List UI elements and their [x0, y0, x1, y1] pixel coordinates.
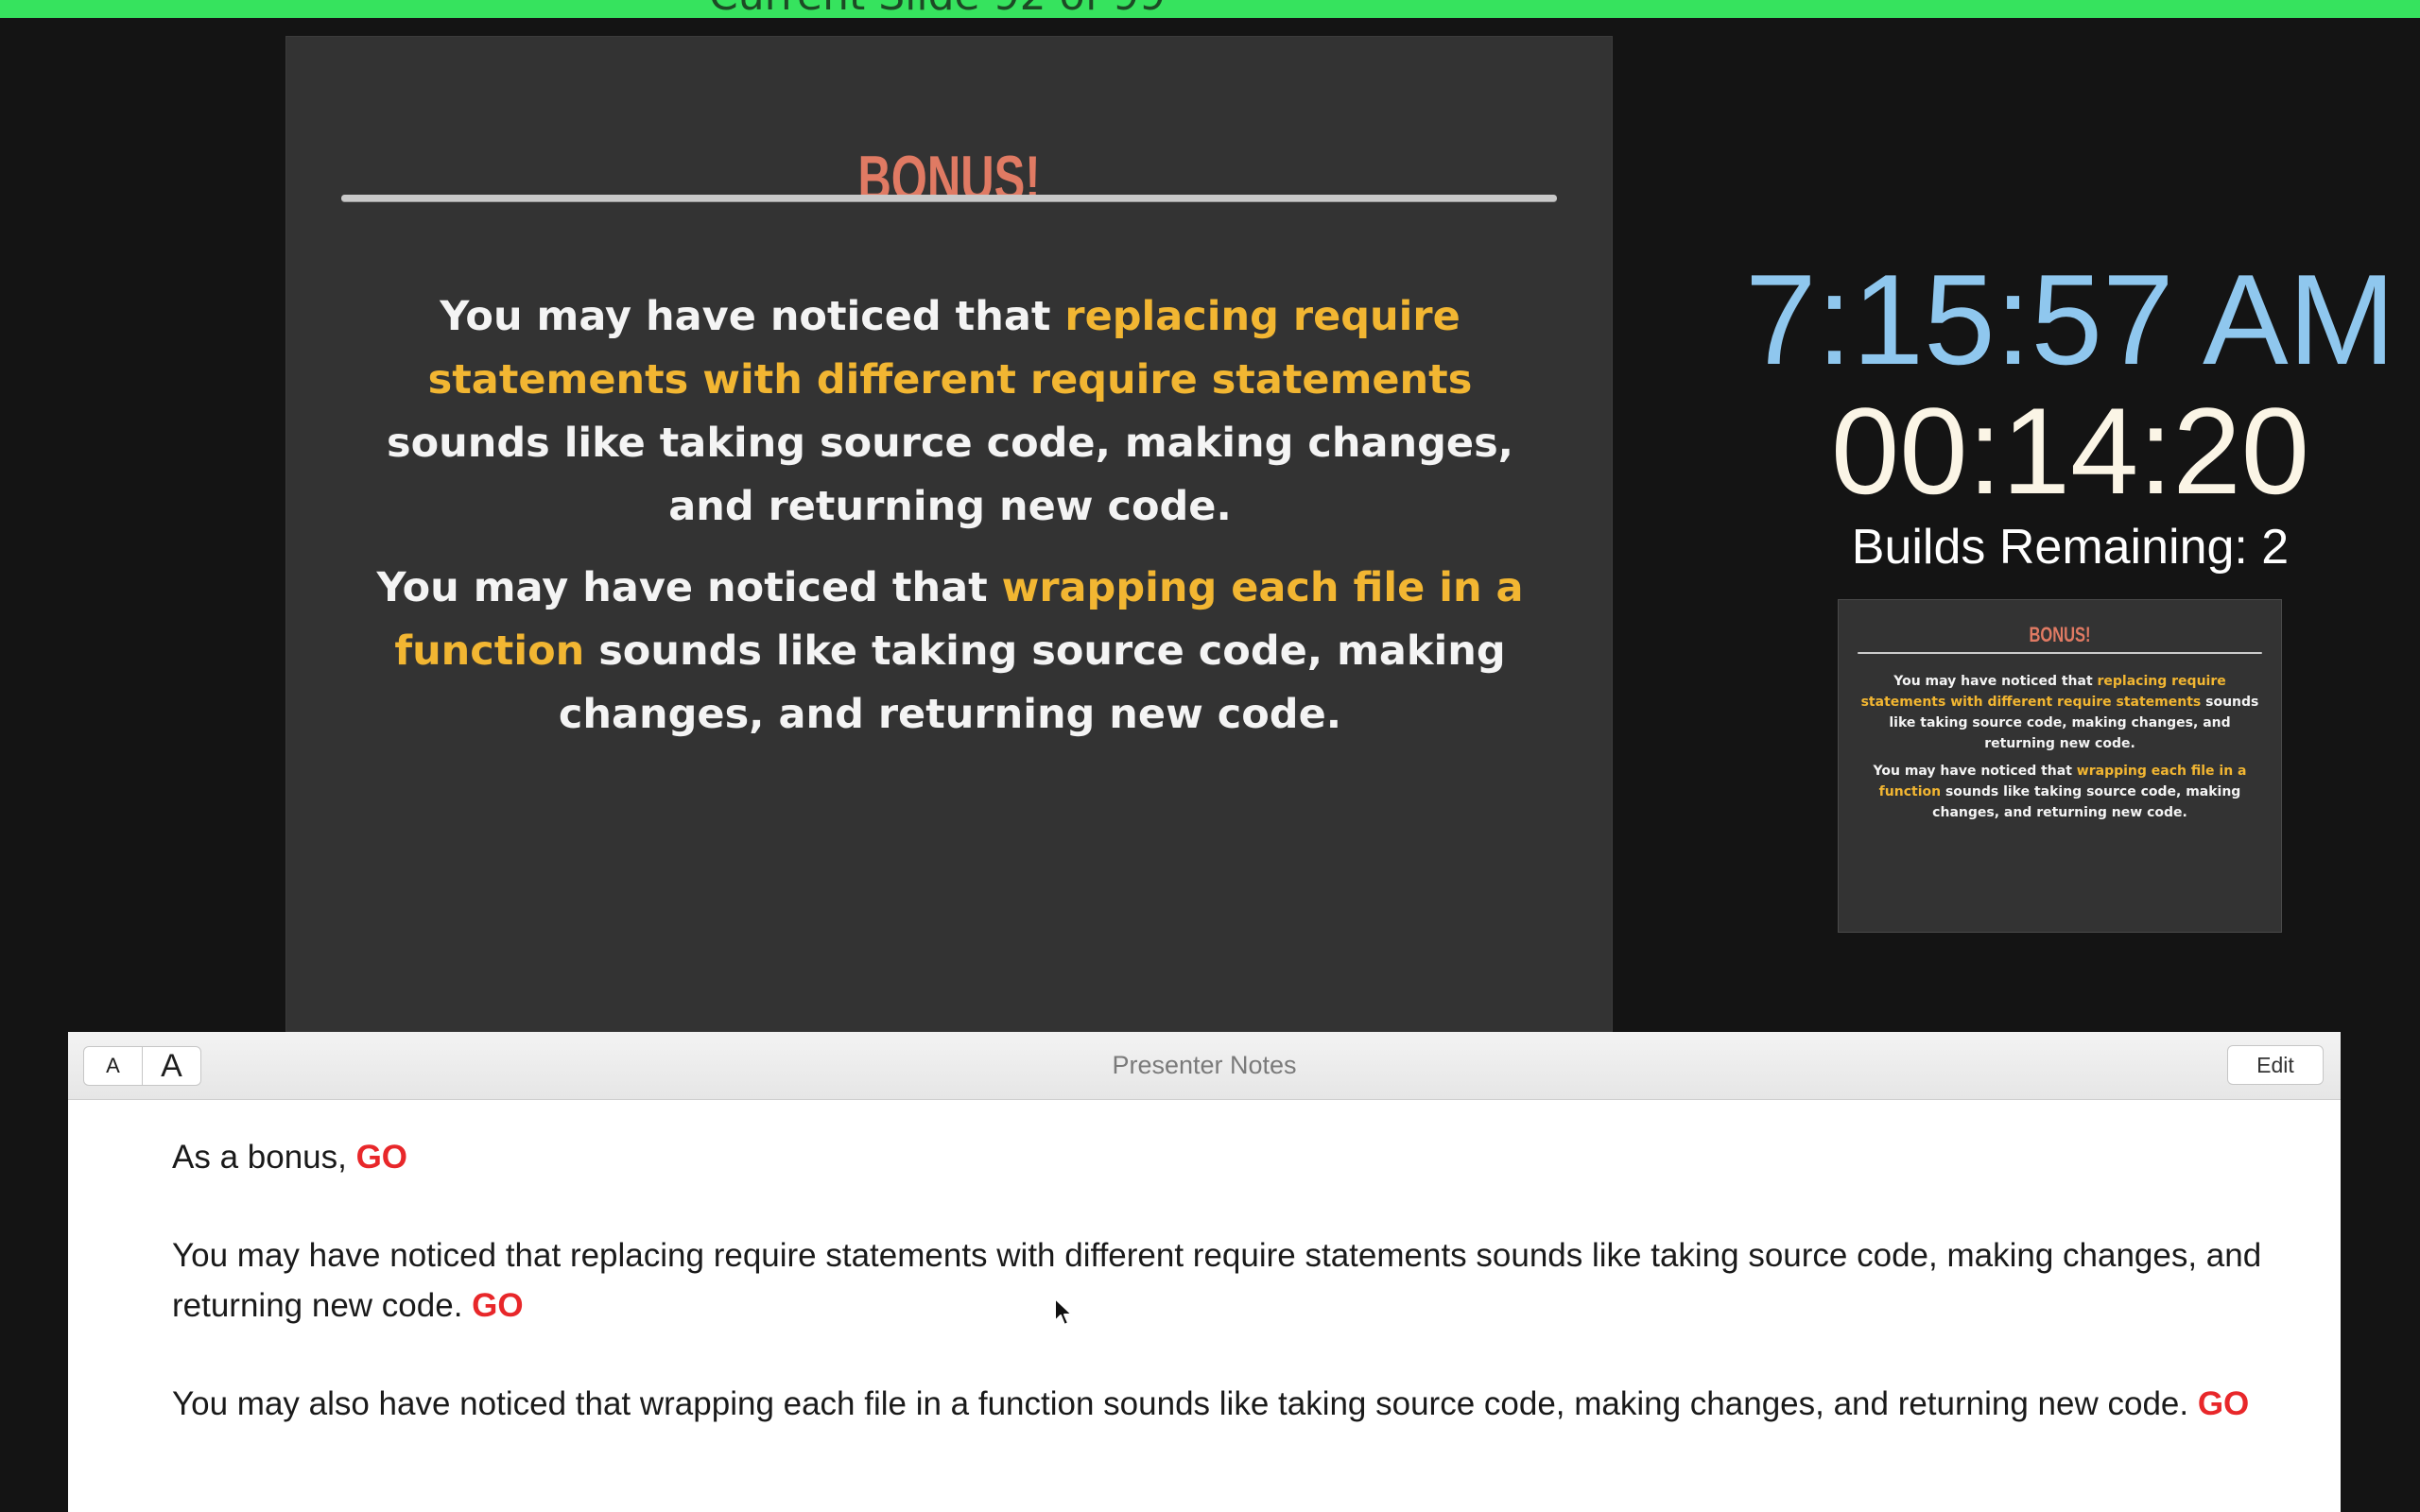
- slide-paragraph-1-after: sounds like taking source code, making c…: [386, 420, 1513, 530]
- slide-paragraph-2: You may have noticed that wrapping each …: [343, 557, 1557, 747]
- next-slide-divider: [1858, 652, 2262, 654]
- mouse-pointer-icon: [1054, 1297, 1073, 1326]
- next-slide-paragraph-1: You may have noticed that replacing requ…: [1858, 671, 2262, 754]
- status-bar: Current Slide 92 of 99: [0, 0, 2420, 18]
- notes-body[interactable]: As a bonus, GO You may have noticed that…: [172, 1132, 2280, 1477]
- notes-paragraph: You may also have noticed that wrapping …: [172, 1379, 2280, 1429]
- builds-remaining: Builds Remaining: 2: [1851, 520, 2290, 575]
- notes-paragraph-text: As a bonus,: [172, 1139, 356, 1176]
- notes-title: Presenter Notes: [1112, 1051, 1297, 1079]
- notes-paragraph-text: You may also have noticed that wrapping …: [172, 1385, 2198, 1422]
- slide-paragraph-1-before: You may have noticed that: [440, 293, 1065, 340]
- slide-paragraph-2-before: You may have noticed that: [376, 564, 1002, 611]
- go-cue: GO: [355, 1139, 408, 1176]
- notes-toolbar: A A Presenter Notes Edit: [68, 1032, 2341, 1100]
- presenter-notes-panel: A A Presenter Notes Edit As a bonus, GO …: [68, 1032, 2341, 1512]
- go-cue: GO: [2197, 1385, 2250, 1422]
- notes-paragraph: As a bonus, GO: [172, 1132, 2280, 1182]
- next-slide-title: BONUS!: [2029, 623, 2091, 646]
- current-slide: BONUS! You may have noticed that replaci…: [285, 36, 1613, 1032]
- slide-title: BONUS!: [857, 143, 1041, 215]
- status-bar-text: Current Slide 92 of 99: [709, 0, 1166, 18]
- notes-paragraph: You may have noticed that replacing requ…: [172, 1230, 2280, 1331]
- next-slide-paragraph-2-before: You may have noticed that: [1873, 764, 2077, 779]
- next-slide-paragraph-2: You may have noticed that wrapping each …: [1858, 761, 2262, 823]
- elapsed-timer[interactable]: 00:14:20: [1739, 380, 2401, 522]
- next-slide-preview: BONUS! You may have noticed that replaci…: [1838, 599, 2282, 933]
- next-slide-paragraph-1-before: You may have noticed that: [1893, 674, 2098, 689]
- go-cue: GO: [472, 1287, 524, 1324]
- slide-paragraph-2-after: sounds like taking source code, making c…: [558, 627, 1506, 738]
- next-slide-paragraph-2-after: sounds like taking source code, making c…: [1932, 784, 2241, 820]
- slide-divider: [341, 195, 1557, 201]
- clock: 7:15:57 AM: [1744, 248, 2396, 391]
- edit-notes-button[interactable]: Edit: [2227, 1045, 2324, 1085]
- slide-paragraph-1: You may have noticed that replacing requ…: [343, 285, 1557, 539]
